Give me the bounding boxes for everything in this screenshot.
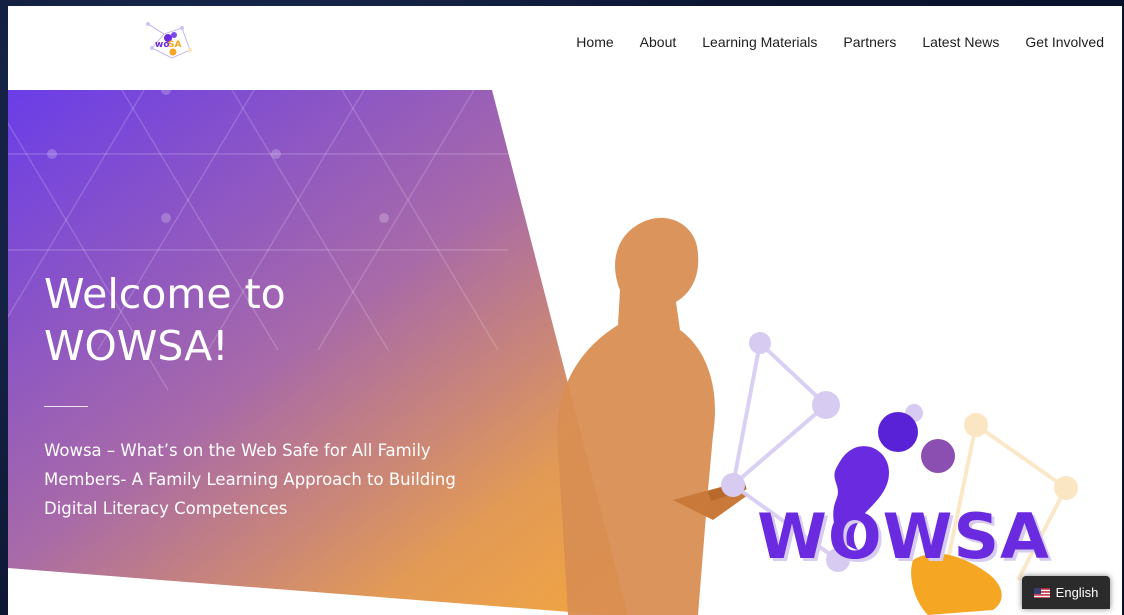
main-nav: Home About Learning Materials Partners L…	[576, 34, 1104, 50]
nav-about[interactable]: About	[640, 34, 677, 50]
hero-subtitle: Wowsa – What’s on the Web Safe for All F…	[44, 441, 456, 518]
title-divider	[44, 406, 88, 407]
language-switcher[interactable]: English	[1022, 576, 1110, 609]
wowsa-logo-icon: wo SA	[146, 22, 192, 59]
nav-get-involved[interactable]: Get Involved	[1025, 34, 1104, 50]
hero-title-line2: WOWSA!	[44, 322, 229, 370]
nav-learning-materials[interactable]: Learning Materials	[702, 34, 817, 50]
person-silhouette	[557, 217, 748, 615]
hero-title-line1: Welcome to	[44, 270, 286, 318]
nav-latest-news[interactable]: Latest News	[922, 34, 999, 50]
hero-section: Welcome to WOWSA! Wowsa – What’s on the …	[8, 90, 1122, 615]
site-logo[interactable]: wo SA	[142, 18, 198, 66]
site-header: wo SA Home About Learning Materials Part…	[8, 6, 1122, 90]
nav-partners[interactable]: Partners	[843, 34, 896, 50]
language-label: English	[1055, 585, 1099, 600]
svg-text:SA: SA	[168, 40, 181, 50]
us-flag-icon	[1033, 587, 1050, 598]
hero-title: Welcome to WOWSA!	[44, 268, 404, 372]
wowsa-wordmark: WOWSA	[757, 500, 1050, 573]
nav-home[interactable]: Home	[576, 34, 613, 50]
browser-viewport: wo SA Home About Learning Materials Part…	[8, 6, 1122, 615]
